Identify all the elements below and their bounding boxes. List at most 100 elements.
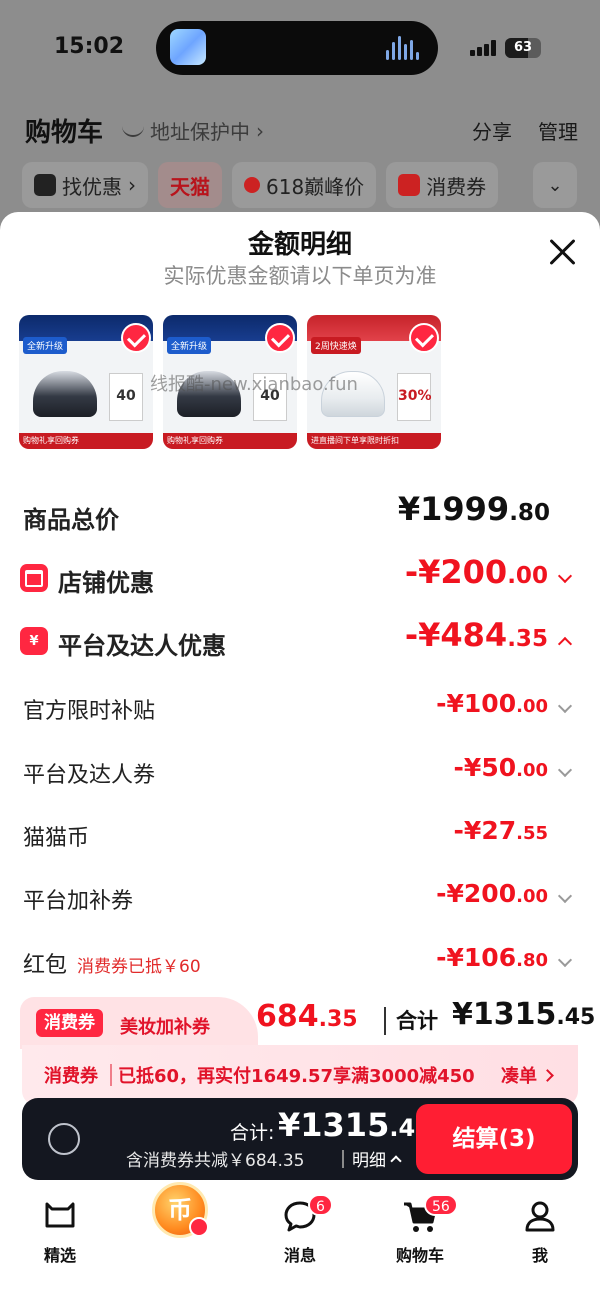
promo-total-label: 合计 (396, 1009, 438, 1033)
row-amount: ¥1999.80 (398, 490, 550, 528)
chevron-down-icon: ⌄ (547, 174, 563, 196)
cream-jar-image (177, 371, 241, 417)
add-items-link[interactable]: 凑单 (501, 1062, 552, 1088)
tab-label: 购物车 (395, 1246, 444, 1265)
promo-tab[interactable]: 消费券 美妆加补券 (20, 997, 258, 1049)
chip-label: 618巅峰价 (266, 174, 365, 199)
chip-tmall[interactable]: 天猫 (158, 162, 222, 208)
checkout-button[interactable]: 结算(3) (416, 1104, 572, 1174)
tv-icon (45, 1202, 75, 1228)
product-footer: 购物礼享回购券 (163, 433, 297, 449)
sheet-subtitle: 实际优惠金额请以下单页为准 (163, 264, 437, 288)
platform-discount-row[interactable]: ¥ 平台及达人优惠 -¥484.35 (0, 616, 600, 660)
product-tag: 2周快速焕 (311, 337, 361, 354)
product-thumbnails: 全新升级 40 购物礼享回购券 全新升级 40 购物礼享回购券 2周快速焕 30… (19, 315, 441, 449)
product-footer: 进直播间下单享限时折扣 (307, 433, 441, 449)
product-box-number: 40 (116, 388, 136, 404)
row-amount: -¥484.35 (405, 616, 548, 654)
product-tag: 全新升级 (23, 337, 68, 354)
chevron-right-icon: › (256, 118, 264, 143)
official-subsidy-row[interactable]: 官方限时补贴 -¥100.00 (0, 687, 600, 727)
detail-toggle[interactable]: 明细 (342, 1146, 402, 1171)
dynamic-island[interactable] (156, 21, 438, 75)
address-protection[interactable]: 地址保护中 › (122, 116, 264, 145)
manage-button[interactable]: 管理 (538, 116, 578, 145)
chip-coupon[interactable]: 消费券 (386, 162, 499, 208)
row-label: 平台加补券 (23, 889, 134, 914)
row-label: 平台及达人优惠 (58, 632, 226, 660)
select-all-checkbox[interactable] (48, 1123, 80, 1155)
amount-integer: ¥1315 (278, 1106, 390, 1144)
amount-decimal: .00 (516, 886, 548, 907)
product-thumbnail[interactable]: 2周快速焕 30% 进直播间下单享限时折扣 (307, 315, 441, 449)
chip-label: 天猫 (170, 174, 210, 199)
bottom-tab-bar: 精选 币 6 消息 56 购物车 我 (0, 1182, 600, 1304)
amount-integer: -¥100 (436, 689, 517, 718)
goods-total-row: 商品总价 ¥1999.80 (0, 490, 600, 534)
cat-coin-row: 猫猫币 -¥27.55 (0, 814, 600, 854)
product-thumbnail[interactable]: 全新升级 40 购物礼享回购券 (163, 315, 297, 449)
amount-integer: -¥50 (453, 753, 517, 782)
row-amount: -¥106.80 (436, 943, 548, 972)
chip-618[interactable]: 618巅峰价 (232, 162, 377, 208)
row-label: 官方限时补贴 (23, 699, 156, 724)
checkout-total-amount: ¥1315.45 (278, 1106, 432, 1144)
promo-badge: 消费券 (36, 1009, 103, 1037)
extra-coupon-row[interactable]: 平台加补券 -¥200.00 (0, 877, 600, 917)
amount-integer: ¥1315 (452, 997, 557, 1032)
status-bar: 15:02 63 (0, 0, 600, 96)
cream-jar-image (321, 371, 385, 417)
share-button[interactable]: 分享 (472, 116, 512, 145)
close-button[interactable] (544, 234, 580, 270)
battery-icon: 63 (505, 38, 541, 58)
battery-percent: 63 (513, 40, 533, 55)
product-box-image: 30% (397, 373, 432, 421)
row-amount: -¥100.00 (436, 689, 548, 718)
amount-decimal: .80 (516, 950, 548, 971)
chevron-right-icon: › (128, 173, 136, 197)
platform-coupon-row[interactable]: 平台及达人券 -¥50.00 (0, 751, 600, 791)
product-box-image: 40 (109, 373, 143, 421)
sheet-title: 金额明细 (247, 230, 352, 260)
tab-coins[interactable]: 币 (120, 1182, 240, 1272)
tab-messages[interactable]: 6 消息 (240, 1192, 360, 1272)
row-label: 商品总价 (23, 506, 119, 534)
filter-chips: 找优惠 › 天猫 618巅峰价 消费券 (22, 162, 499, 210)
cream-jar-image (33, 371, 97, 417)
row-label: 猫猫币 (23, 826, 90, 851)
promo-discount-amount: 684.35 (256, 999, 358, 1034)
promo-text: 美妆加补券 (120, 1017, 210, 1038)
tab-me[interactable]: 我 (480, 1192, 600, 1272)
tab-label: 消息 (283, 1246, 316, 1265)
tab-featured[interactable]: 精选 (0, 1192, 120, 1272)
coupon-icon (398, 174, 421, 196)
red-packet-note: 消费券已抵￥60 (77, 957, 201, 977)
red-packet-row[interactable]: 红包 消费券已抵￥60 -¥106.80 (0, 941, 600, 981)
divider (384, 1007, 386, 1035)
cart-header: 购物车 地址保护中 › 分享 管理 (0, 96, 600, 160)
divider (110, 1064, 112, 1086)
product-thumbnail[interactable]: 全新升级 40 购物礼享回购券 (19, 315, 153, 449)
amount-integer: ¥1999 (397, 490, 510, 528)
shop-discount-row[interactable]: 店铺优惠 -¥200.00 (0, 553, 600, 597)
chips-expand-button[interactable]: ⌄ (533, 162, 577, 208)
amount-detail-sheet: 金额明细 实际优惠金额请以下单页为准 全新升级 40 购物礼享回购券 全新升级 … (0, 212, 600, 1304)
coupon-bar[interactable]: 消费券 已抵60，再实付1649.57享满3000减450 凑单 (22, 1045, 578, 1105)
amount-decimal: .35 (507, 626, 548, 652)
amount-decimal: .00 (516, 760, 548, 781)
amount-decimal: .00 (516, 696, 548, 717)
chip-find-deals[interactable]: 找优惠 › (22, 162, 148, 208)
tab-label: 我 (531, 1246, 548, 1265)
tab-cart[interactable]: 56 购物车 (360, 1192, 480, 1272)
detail-label: 明细 (352, 1151, 386, 1171)
amount-integer: -¥484 (404, 616, 508, 654)
amount-integer: -¥27 (453, 816, 517, 845)
row-label: 红包 消费券已抵￥60 (23, 947, 201, 979)
row-label: 平台及达人券 (23, 763, 156, 788)
amount-integer: -¥200 (404, 553, 508, 591)
closed-eye-icon (122, 125, 144, 137)
tab-label: 精选 (43, 1246, 76, 1265)
chevron-down-icon (557, 568, 573, 584)
chevron-down-icon (557, 762, 573, 778)
cat-icon (34, 174, 56, 196)
